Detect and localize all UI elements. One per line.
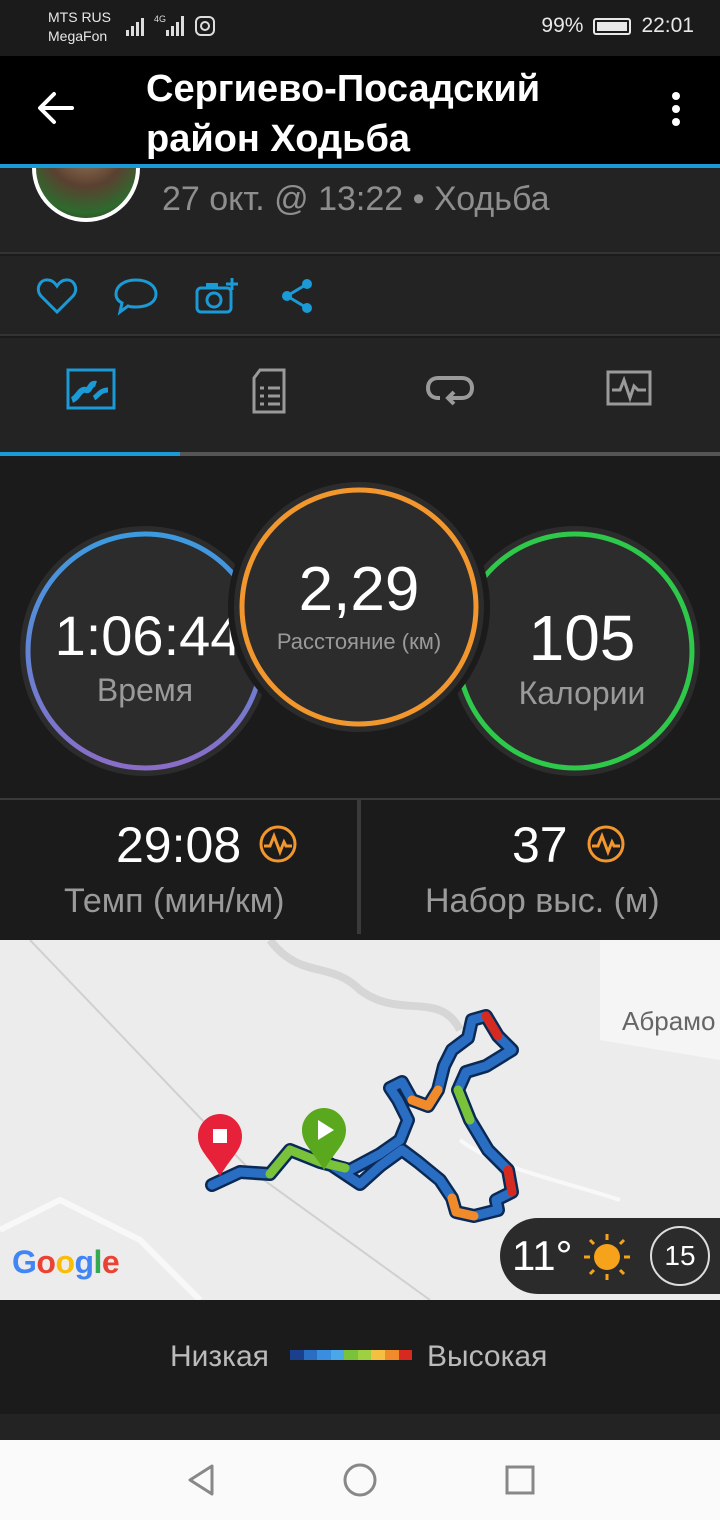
google-logo: Google bbox=[12, 1244, 120, 1280]
action-bar bbox=[0, 256, 720, 336]
map-place-label: Абрамо bbox=[622, 1006, 716, 1036]
battery-icon bbox=[593, 17, 632, 35]
weather-temp: 11° bbox=[512, 1232, 573, 1279]
overflow-menu-icon[interactable] bbox=[668, 92, 684, 132]
back-arrow-icon[interactable] bbox=[36, 88, 76, 128]
legend-color-bar bbox=[290, 1350, 413, 1360]
comment-icon[interactable] bbox=[114, 276, 158, 316]
page-title: Сергиево-Посадский район Ходьба bbox=[146, 68, 541, 160]
pace-chart-icon[interactable] bbox=[258, 824, 298, 864]
tab-charts[interactable] bbox=[606, 368, 652, 408]
app-bar-divider bbox=[0, 164, 720, 168]
share-icon[interactable] bbox=[278, 276, 316, 316]
tab-laps[interactable] bbox=[426, 368, 474, 408]
add-photo-icon[interactable] bbox=[194, 276, 240, 316]
nav-home-icon[interactable] bbox=[342, 1462, 378, 1498]
elevation-label: Набор выс. (м) bbox=[425, 882, 660, 920]
pace-value: 29:08 bbox=[116, 817, 242, 873]
carrier-info: MTS RUS MegaFon bbox=[48, 9, 111, 44]
activity-meta: 27 окт. @ 13:22 • Ходьба bbox=[162, 180, 550, 218]
battery-percent: 99% bbox=[541, 14, 584, 37]
nav-back-icon[interactable] bbox=[184, 1462, 218, 1498]
legend-high: Высокая bbox=[427, 1340, 548, 1373]
calories-ring: 105 Калории bbox=[450, 526, 700, 776]
wind-speed: 15 bbox=[650, 1226, 710, 1286]
signal-icon: 4G bbox=[126, 14, 215, 36]
elevation-value: 37 bbox=[512, 817, 568, 873]
weather-widget[interactable]: 11° 15 bbox=[500, 1218, 720, 1294]
svg-text:4G: 4G bbox=[154, 14, 166, 24]
status-bar: MTS RUS MegaFon 4G 99% 22:01 bbox=[0, 0, 720, 56]
nav-recents-icon[interactable] bbox=[504, 1462, 536, 1498]
clock: 22:01 bbox=[641, 14, 694, 37]
elevation-chart-icon[interactable] bbox=[586, 824, 626, 864]
legend-low: Низкая bbox=[170, 1340, 269, 1373]
pace-label: Темп (мин/км) bbox=[64, 882, 285, 920]
tab-overview[interactable] bbox=[66, 368, 116, 410]
like-icon[interactable] bbox=[36, 276, 78, 316]
tab-details[interactable] bbox=[250, 368, 288, 414]
distance-ring: 2,29 Расстояние (км) bbox=[234, 482, 484, 732]
time-ring: 1:06:44 Время bbox=[20, 526, 270, 776]
sun-icon bbox=[584, 1234, 630, 1280]
